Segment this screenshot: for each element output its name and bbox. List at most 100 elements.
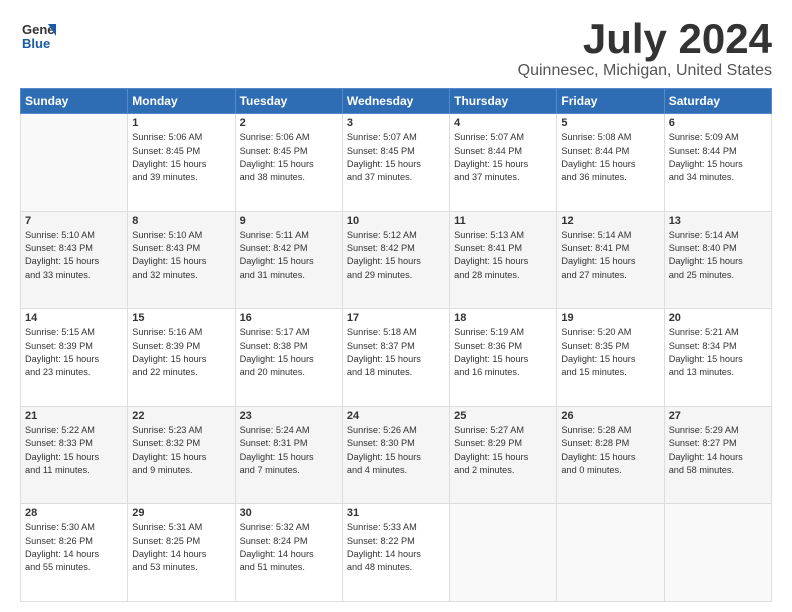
day-info: Sunrise: 5:26 AM Sunset: 8:30 PM Dayligh… [347, 424, 445, 477]
header: General Blue July 2024 Quinnesec, Michig… [20, 16, 772, 80]
logo: General Blue [20, 16, 56, 52]
day-number: 9 [240, 215, 338, 227]
day-info: Sunrise: 5:27 AM Sunset: 8:29 PM Dayligh… [454, 424, 552, 477]
subtitle: Quinnesec, Michigan, United States [518, 62, 772, 80]
day-number: 25 [454, 410, 552, 422]
day-info: Sunrise: 5:31 AM Sunset: 8:25 PM Dayligh… [132, 521, 230, 574]
day-info: Sunrise: 5:11 AM Sunset: 8:42 PM Dayligh… [240, 229, 338, 282]
col-tuesday: Tuesday [235, 89, 342, 114]
day-number: 13 [669, 215, 767, 227]
title-section: July 2024 Quinnesec, Michigan, United St… [518, 16, 772, 80]
col-monday: Monday [128, 89, 235, 114]
calendar-cell: 1 Sunrise: 5:06 AM Sunset: 8:45 PM Daylig… [128, 114, 235, 212]
day-info: Sunrise: 5:14 AM Sunset: 8:41 PM Dayligh… [561, 229, 659, 282]
day-number: 27 [669, 410, 767, 422]
calendar-week-row: 1 Sunrise: 5:06 AM Sunset: 8:45 PM Daylig… [21, 114, 772, 212]
calendar-cell: 20 Sunrise: 5:21 AM Sunset: 8:34 PM Dayli… [664, 309, 771, 407]
calendar-cell: 10 Sunrise: 5:12 AM Sunset: 8:42 PM Dayli… [342, 211, 449, 309]
day-info: Sunrise: 5:18 AM Sunset: 8:37 PM Dayligh… [347, 326, 445, 379]
day-info: Sunrise: 5:06 AM Sunset: 8:45 PM Dayligh… [132, 131, 230, 184]
day-info: Sunrise: 5:19 AM Sunset: 8:36 PM Dayligh… [454, 326, 552, 379]
col-wednesday: Wednesday [342, 89, 449, 114]
day-number: 19 [561, 312, 659, 324]
calendar-header-row: Sunday Monday Tuesday Wednesday Thursday… [21, 89, 772, 114]
calendar-cell: 14 Sunrise: 5:15 AM Sunset: 8:39 PM Dayli… [21, 309, 128, 407]
calendar-cell [450, 504, 557, 602]
day-info: Sunrise: 5:20 AM Sunset: 8:35 PM Dayligh… [561, 326, 659, 379]
day-number: 30 [240, 507, 338, 519]
calendar-cell: 26Sunrise: 5:28 AM Sunset: 8:28 PM Dayli… [557, 406, 664, 504]
calendar-cell: 13 Sunrise: 5:14 AM Sunset: 8:40 PM Dayli… [664, 211, 771, 309]
calendar-cell: 31 Sunrise: 5:33 AM Sunset: 8:22 PM Dayli… [342, 504, 449, 602]
day-info: Sunrise: 5:06 AM Sunset: 8:45 PM Dayligh… [240, 131, 338, 184]
calendar-cell: 9 Sunrise: 5:11 AM Sunset: 8:42 PM Daylig… [235, 211, 342, 309]
day-number: 14 [25, 312, 123, 324]
day-number: 5 [561, 117, 659, 129]
calendar-cell: 2 Sunrise: 5:06 AM Sunset: 8:45 PM Daylig… [235, 114, 342, 212]
day-info: Sunrise: 5:33 AM Sunset: 8:22 PM Dayligh… [347, 521, 445, 574]
calendar-cell: 18 Sunrise: 5:19 AM Sunset: 8:36 PM Dayli… [450, 309, 557, 407]
calendar-table: Sunday Monday Tuesday Wednesday Thursday… [20, 88, 772, 602]
day-info: Sunrise: 5:07 AM Sunset: 8:44 PM Dayligh… [454, 131, 552, 184]
calendar-cell: 21Sunrise: 5:22 AM Sunset: 8:33 PM Dayli… [21, 406, 128, 504]
calendar-cell [664, 504, 771, 602]
day-number: 28 [25, 507, 123, 519]
calendar-cell: 3 Sunrise: 5:07 AM Sunset: 8:45 PM Daylig… [342, 114, 449, 212]
day-info: Sunrise: 5:08 AM Sunset: 8:44 PM Dayligh… [561, 131, 659, 184]
calendar-cell: 24Sunrise: 5:26 AM Sunset: 8:30 PM Dayli… [342, 406, 449, 504]
day-number: 11 [454, 215, 552, 227]
day-number: 23 [240, 410, 338, 422]
day-number: 26 [561, 410, 659, 422]
day-info: Sunrise: 5:21 AM Sunset: 8:34 PM Dayligh… [669, 326, 767, 379]
calendar-cell: 22Sunrise: 5:23 AM Sunset: 8:32 PM Dayli… [128, 406, 235, 504]
day-info: Sunrise: 5:24 AM Sunset: 8:31 PM Dayligh… [240, 424, 338, 477]
day-number: 1 [132, 117, 230, 129]
calendar-cell: 29Sunrise: 5:31 AM Sunset: 8:25 PM Dayli… [128, 504, 235, 602]
day-info: Sunrise: 5:07 AM Sunset: 8:45 PM Dayligh… [347, 131, 445, 184]
day-info: Sunrise: 5:23 AM Sunset: 8:32 PM Dayligh… [132, 424, 230, 477]
day-number: 4 [454, 117, 552, 129]
calendar-cell: 17Sunrise: 5:18 AM Sunset: 8:37 PM Dayli… [342, 309, 449, 407]
day-info: Sunrise: 5:29 AM Sunset: 8:27 PM Dayligh… [669, 424, 767, 477]
calendar-cell: 4 Sunrise: 5:07 AM Sunset: 8:44 PM Daylig… [450, 114, 557, 212]
day-number: 8 [132, 215, 230, 227]
col-friday: Friday [557, 89, 664, 114]
day-number: 15 [132, 312, 230, 324]
svg-text:Blue: Blue [22, 36, 50, 51]
calendar-cell [557, 504, 664, 602]
day-number: 2 [240, 117, 338, 129]
col-thursday: Thursday [450, 89, 557, 114]
calendar-cell: 16 Sunrise: 5:17 AM Sunset: 8:38 PM Dayli… [235, 309, 342, 407]
calendar-cell: 30 Sunrise: 5:32 AM Sunset: 8:24 PM Dayli… [235, 504, 342, 602]
day-info: Sunrise: 5:30 AM Sunset: 8:26 PM Dayligh… [25, 521, 123, 574]
calendar-cell: 25 Sunrise: 5:27 AM Sunset: 8:29 PM Dayli… [450, 406, 557, 504]
day-info: Sunrise: 5:12 AM Sunset: 8:42 PM Dayligh… [347, 229, 445, 282]
day-info: Sunrise: 5:17 AM Sunset: 8:38 PM Dayligh… [240, 326, 338, 379]
calendar-cell: 7 Sunrise: 5:10 AM Sunset: 8:43 PM Daylig… [21, 211, 128, 309]
calendar-cell: 11Sunrise: 5:13 AM Sunset: 8:41 PM Dayli… [450, 211, 557, 309]
calendar-cell: 6Sunrise: 5:09 AM Sunset: 8:44 PM Daylig… [664, 114, 771, 212]
logo-icon: General Blue [20, 16, 56, 52]
calendar-week-row: 7 Sunrise: 5:10 AM Sunset: 8:43 PM Daylig… [21, 211, 772, 309]
day-info: Sunrise: 5:14 AM Sunset: 8:40 PM Dayligh… [669, 229, 767, 282]
day-info: Sunrise: 5:09 AM Sunset: 8:44 PM Dayligh… [669, 131, 767, 184]
col-saturday: Saturday [664, 89, 771, 114]
day-number: 7 [25, 215, 123, 227]
calendar-week-row: 21Sunrise: 5:22 AM Sunset: 8:33 PM Dayli… [21, 406, 772, 504]
day-number: 16 [240, 312, 338, 324]
calendar-cell [21, 114, 128, 212]
day-number: 12 [561, 215, 659, 227]
calendar-cell: 23 Sunrise: 5:24 AM Sunset: 8:31 PM Dayli… [235, 406, 342, 504]
page: General Blue July 2024 Quinnesec, Michig… [0, 0, 792, 612]
day-info: Sunrise: 5:15 AM Sunset: 8:39 PM Dayligh… [25, 326, 123, 379]
day-number: 18 [454, 312, 552, 324]
calendar-cell: 5 Sunrise: 5:08 AM Sunset: 8:44 PM Daylig… [557, 114, 664, 212]
day-info: Sunrise: 5:10 AM Sunset: 8:43 PM Dayligh… [25, 229, 123, 282]
day-number: 31 [347, 507, 445, 519]
day-info: Sunrise: 5:32 AM Sunset: 8:24 PM Dayligh… [240, 521, 338, 574]
calendar-cell: 19 Sunrise: 5:20 AM Sunset: 8:35 PM Dayli… [557, 309, 664, 407]
day-number: 10 [347, 215, 445, 227]
main-title: July 2024 [518, 16, 772, 62]
day-number: 20 [669, 312, 767, 324]
day-number: 3 [347, 117, 445, 129]
